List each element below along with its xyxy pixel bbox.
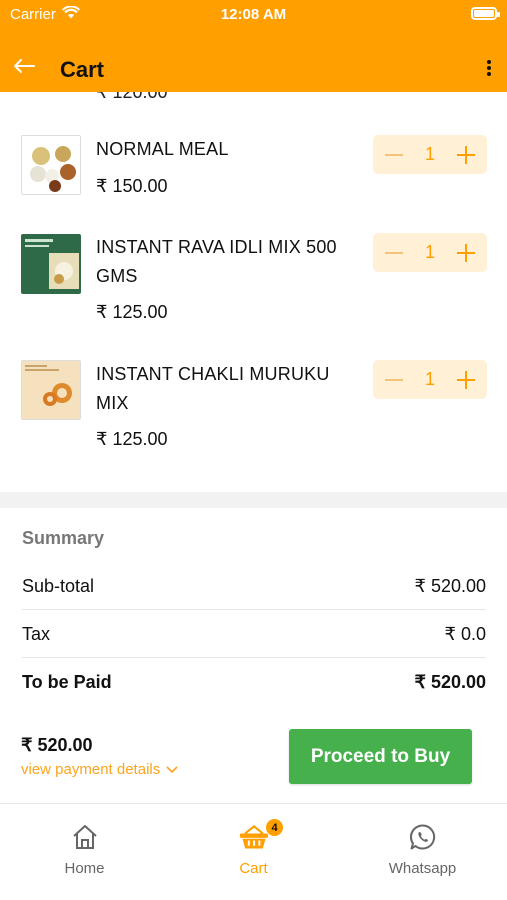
- quantity-value: 1: [424, 242, 435, 262]
- view-payment-details-label: view payment details: [21, 761, 161, 778]
- product-thumbnail-chakli[interactable]: [21, 360, 81, 420]
- page-title: Cart: [60, 57, 105, 82]
- quantity-value: 1: [424, 369, 435, 389]
- whatsapp-icon: [408, 822, 438, 852]
- arrow-left-icon: [13, 58, 35, 79]
- subtotal-label: Sub-total: [22, 576, 95, 596]
- home-icon: [70, 822, 100, 852]
- battery-icon: [471, 7, 500, 20]
- chevron-down-icon: [166, 761, 178, 778]
- item-name: INSTANT RAVA IDLI MIX 500 GMS: [96, 237, 337, 286]
- tax-label: Tax: [22, 624, 51, 644]
- tab-cart[interactable]: 4 Cart: [169, 804, 338, 900]
- checkout-total: ₹ 520.00: [21, 735, 93, 755]
- cart-count-badge: 4: [265, 818, 284, 837]
- quantity-stepper: 1: [373, 135, 487, 174]
- view-payment-details-link[interactable]: view payment details: [21, 761, 178, 778]
- quantity-stepper: 1: [373, 233, 487, 272]
- clock: 12:08 AM: [220, 6, 287, 23]
- increase-button[interactable]: [455, 369, 477, 391]
- product-thumbnail-meal[interactable]: [21, 135, 81, 195]
- minus-icon: [385, 251, 403, 254]
- item-price: ₹ 125.00: [96, 429, 168, 449]
- product-thumbnail-idli[interactable]: [21, 234, 81, 294]
- more-vertical-icon: [487, 59, 491, 81]
- summary-heading: Summary: [22, 528, 105, 548]
- quantity-value: 1: [424, 144, 435, 164]
- basket-icon: [239, 822, 269, 852]
- summary-row-subtotal: Sub-total ₹ 520.00: [22, 562, 486, 610]
- tab-home[interactable]: Home: [0, 804, 169, 900]
- decrease-button[interactable]: [383, 144, 405, 166]
- subtotal-value: ₹ 520.00: [414, 576, 486, 596]
- summary-row-to-be-paid: To be Paid ₹ 520.00: [22, 658, 486, 706]
- item-name: INSTANT CHAKLI MURUKU MIX: [96, 364, 330, 413]
- to-be-paid-label: To be Paid: [22, 672, 112, 692]
- minus-icon: [385, 153, 403, 156]
- item-price: ₹ 125.00: [96, 302, 168, 322]
- back-button[interactable]: [8, 54, 40, 82]
- tax-value: ₹ 0.0: [444, 624, 486, 644]
- cart-item-list[interactable]: ₹ 120.00 NORMAL MEAL ₹ 150.00 1 INSTANT …: [0, 92, 507, 492]
- item-price: ₹ 150.00: [96, 176, 168, 196]
- plus-icon: [456, 243, 475, 262]
- decrease-button[interactable]: [383, 242, 405, 264]
- item-name: NORMAL MEAL: [96, 139, 229, 159]
- increase-button[interactable]: [455, 144, 477, 166]
- more-options-button[interactable]: [479, 56, 499, 84]
- minus-icon: [385, 378, 403, 381]
- bottom-tab-bar: Home 4 Cart Whatsapp: [0, 803, 507, 900]
- status-bar: Carrier 12:08 AM: [0, 0, 507, 28]
- cart-screen: Carrier 12:08 AM Cart ₹ 120.00 NORMAL ME…: [0, 0, 507, 900]
- to-be-paid-value: ₹ 520.00: [414, 672, 486, 692]
- tab-cart-label: Cart: [239, 860, 268, 877]
- plus-icon: [456, 145, 475, 164]
- increase-button[interactable]: [455, 242, 477, 264]
- quantity-stepper: 1: [373, 360, 487, 399]
- decrease-button[interactable]: [383, 369, 405, 391]
- summary-row-tax: Tax ₹ 0.0: [22, 610, 486, 658]
- section-divider: [0, 492, 507, 508]
- tab-home-label: Home: [64, 860, 105, 877]
- tab-whatsapp[interactable]: Whatsapp: [338, 804, 507, 900]
- plus-icon: [456, 370, 475, 389]
- partial-item-price: ₹ 120.00: [96, 92, 168, 102]
- proceed-to-buy-button[interactable]: Proceed to Buy: [289, 729, 472, 784]
- app-header: Carrier 12:08 AM Cart: [0, 0, 507, 92]
- tab-whatsapp-label: Whatsapp: [388, 860, 457, 877]
